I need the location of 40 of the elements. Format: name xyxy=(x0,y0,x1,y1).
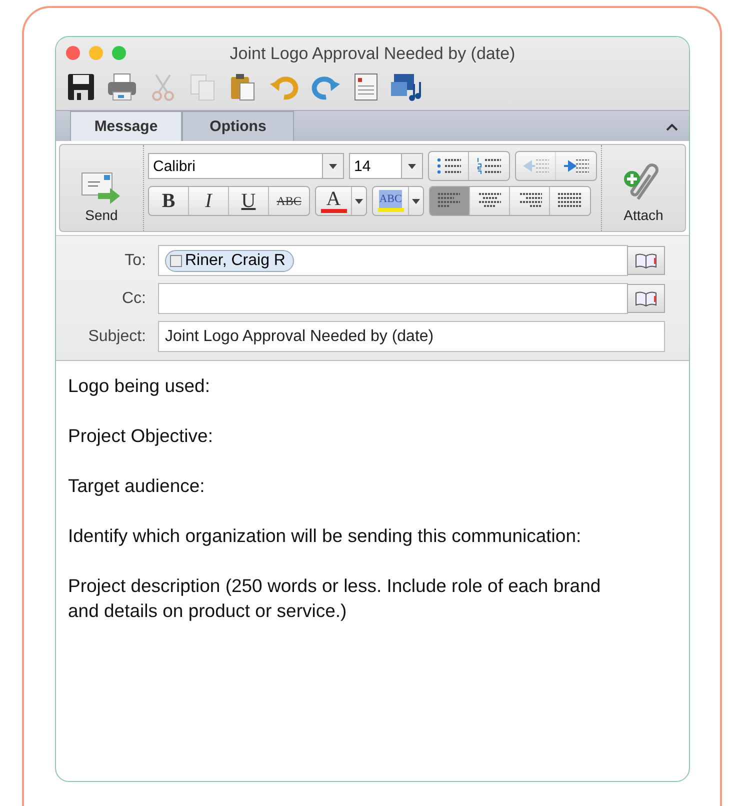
recipient-chip[interactable]: Riner, Craig R xyxy=(165,250,294,272)
address-book-button[interactable] xyxy=(627,246,665,275)
bullet-list-icon xyxy=(434,156,462,176)
field-label: To: xyxy=(124,252,147,270)
film-music-icon[interactable] xyxy=(390,72,424,102)
caret-icon[interactable] xyxy=(408,164,416,168)
body-paragraph: Logo being used: xyxy=(68,374,211,398)
align-justify-icon xyxy=(556,192,584,210)
close-icon[interactable] xyxy=(66,46,80,60)
numbered-list-icon xyxy=(475,156,503,176)
form-icon[interactable] xyxy=(352,72,380,102)
address-book-button[interactable] xyxy=(627,284,665,313)
caret-icon xyxy=(412,198,420,204)
send-button[interactable]: Send xyxy=(60,145,143,231)
book-icon xyxy=(635,252,657,268)
collapse-icon[interactable] xyxy=(665,122,679,132)
field-label: Subject: xyxy=(87,328,147,346)
printer-icon[interactable] xyxy=(106,72,138,102)
window-title: Joint Logo Approval Needed by (date) xyxy=(230,44,516,64)
tab[interactable]: Message xyxy=(70,111,182,141)
input-field[interactable]: Riner, Craig R xyxy=(158,245,628,276)
tab[interactable]: Options xyxy=(182,111,294,141)
font-dropdown[interactable]: Calibri xyxy=(148,153,344,179)
format-button[interactable]: I xyxy=(189,187,229,215)
caret-icon xyxy=(355,198,363,204)
input-field[interactable] xyxy=(158,283,628,314)
body-paragraph: Project Objective: xyxy=(68,424,214,448)
format-button[interactable]: ABC xyxy=(269,187,309,215)
format-button[interactable]: B xyxy=(149,187,189,215)
caret-icon[interactable] xyxy=(329,164,337,168)
body-paragraph: Project description (250 words or less. Include role of each brand and details on product or service.) xyxy=(68,574,602,623)
body-paragraph: Target audience: xyxy=(68,474,206,498)
field-label: Cc: xyxy=(121,290,147,308)
book-icon xyxy=(635,290,657,306)
align-left-button[interactable] xyxy=(430,187,470,215)
format-button[interactable]: U xyxy=(229,187,269,215)
body-paragraph: Identify which organization will be sending this communication: xyxy=(68,524,582,548)
attach-button[interactable]: Attach xyxy=(602,145,685,231)
input-field[interactable]: Joint Logo Approval Needed by (date) xyxy=(158,321,665,352)
font-size-dropdown[interactable]: 14 xyxy=(349,153,423,179)
